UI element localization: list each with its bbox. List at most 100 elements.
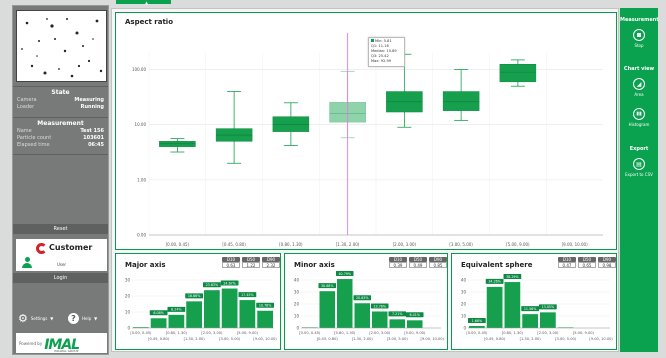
x-tick-label: [1.30, 2.00) [336,242,360,247]
data-label: 6.41% [410,313,420,317]
y-tick-label: 10.00 [135,122,147,127]
bar [239,300,256,328]
y-tick-label: 30 [461,290,467,295]
chart-view-section-title: Chart view [623,66,655,72]
stop-label: Stop [634,43,644,48]
y-tick-label: 20 [461,302,467,307]
particle-count-value: 103601 [83,135,104,141]
chevron-down-icon: ▼ [94,315,98,321]
loader-label: Loader [17,104,35,110]
brand-sub: IMALPAL GROUP [54,348,79,353]
measurement-title: Measurement [37,120,84,127]
measurement-section-title: Measurement [620,17,659,23]
customer-logo-text: Customer [49,243,93,252]
y-tick-label: 0.00 [137,233,146,238]
bar [389,319,405,328]
measurement-section: Measurement Name Test 156 Particle count 1… [13,120,108,149]
bar [204,290,220,328]
export-csv-button[interactable]: ▤ Export to CSV [620,158,658,177]
equivalent-sphere-chart: 40 30 20 10 0 1.68% 34.26% 38.29% 11.56% 13.05% [0… [461,274,613,341]
app-window: State Camera Measuring Loader Running Meas… [0,0,666,358]
main-area: Aspect ratio 100.00 10.00 1.00 0.00 [0.00, 0… [111,8,619,352]
help-label: Help [82,315,92,321]
loader-row: Loader Running [13,104,108,111]
x-tick-label: [9.00, 10.00) [562,242,588,247]
legend-swatch [371,39,374,42]
area-button[interactable]: ◢ Area [620,78,658,97]
y-tick-label: 0 [296,326,299,331]
area-label: Area [634,92,644,97]
bar [150,318,167,328]
x-tick-label: [1.30, 2.00) [184,337,206,341]
x-tick-label: [5.00, 9.00) [506,242,530,247]
data-label: 30.68% [321,284,334,288]
x-tick-label: [1.30, 2.00) [520,337,542,341]
minor-axis-panel: Minor axis D10 0.39 D50 0.49 D90 0.85 40 30 2… [284,253,448,350]
help-icon: ? [68,312,79,324]
x-tick-label: [0.80, 1.30) [166,331,188,335]
particle-count-label: Particle count [17,135,52,141]
data-label: 13.76% [373,304,386,308]
x-tick-label: [0.80, 1.30) [334,331,356,335]
camera-label: Camera [17,97,37,103]
tooltip: Min: 5.81 Q1: 11.16 Median: 15.89 Q3: 25… [368,37,405,67]
x-tick-label: [1.30, 2.00) [352,337,374,341]
y-tick-label: 20 [294,302,300,307]
histogram-button[interactable]: ▮▮ Histogram [620,108,658,127]
y-tick-label: 30 [125,278,131,283]
particle-image [21,18,103,78]
bar [469,325,485,328]
settings-label: Settings [30,315,48,321]
x-tick-label: [3.00, 5.00) [219,337,241,341]
elapsed-time-value: 06:45 [88,142,104,148]
top-tab-active[interactable] [116,0,171,4]
y-tick-label: 30 [294,290,300,295]
x-tick-label: [2.00, 3.00) [201,331,223,335]
data-label: 6.08% [153,311,163,315]
bar [186,301,202,328]
export-csv-label: Export to CSV [625,172,653,177]
left-panel: State Camera Measuring Loader Running Meas… [12,5,109,355]
export-section-title: Export [629,146,649,152]
y-tick-label: 10 [294,314,300,319]
particle-count-row: Particle count 103601 [13,135,108,142]
x-tick-label: [0.45, 0.80) [317,337,339,341]
bar [257,310,273,328]
camera-preview [16,10,107,82]
gear-icon: ⚙ [18,311,28,325]
user-label: User [56,262,67,267]
help-button[interactable]: ? Help ▼ [68,311,108,325]
powered-by-label: Powered by [19,340,43,346]
reset-button[interactable]: Reset [13,224,108,234]
x-tick-label: [5.00, 9.00) [404,331,426,335]
bar [407,320,423,328]
data-label: 17.45% [241,293,254,297]
x-tick-label: [0.45, 0.80) [222,242,246,247]
settings-button[interactable]: ⚙ Settings ▼ [18,311,64,325]
major-axis-panel: Major axis D10 0.63 D50 1.22 D90 2.32 30 20 1… [115,253,281,350]
bar [486,286,503,328]
major-axis-chart: 30 20 10 0 6.08% 8.24% 16.66% 23.63% 24.67% 17.45… [125,278,278,342]
powered-by-footer: Powered by IMAL IMALPAL GROUP [16,333,107,353]
data-label: 1.68% [472,319,482,323]
data-label: 38.29% [506,275,519,279]
x-tick-label: [2.00, 3.00) [537,331,559,335]
x-tick-label: [9.00, 10.00) [421,337,445,341]
camera-row: Camera Measuring [13,97,108,104]
x-tick-label: [0.80, 1.30) [279,242,303,247]
x-tick-label: [0.45, 0.80) [484,337,506,341]
login-button[interactable]: Login [13,273,108,283]
bar [337,279,353,328]
bar [319,291,335,328]
name-label: Name [17,128,32,134]
box [272,116,310,132]
customer-logo-icon [36,243,47,254]
x-tick-label: [2.00, 3.00) [393,242,417,247]
y-tick-label: 20 [125,294,131,299]
name-row: Name Test 156 [13,128,108,135]
data-label: 7.21% [392,312,402,316]
stop-button[interactable]: Stop [620,29,658,48]
state-section: State Camera Measuring Loader Running [13,89,108,111]
stop-icon [633,29,645,41]
x-tick-label: [9.00, 10.00) [589,337,613,341]
